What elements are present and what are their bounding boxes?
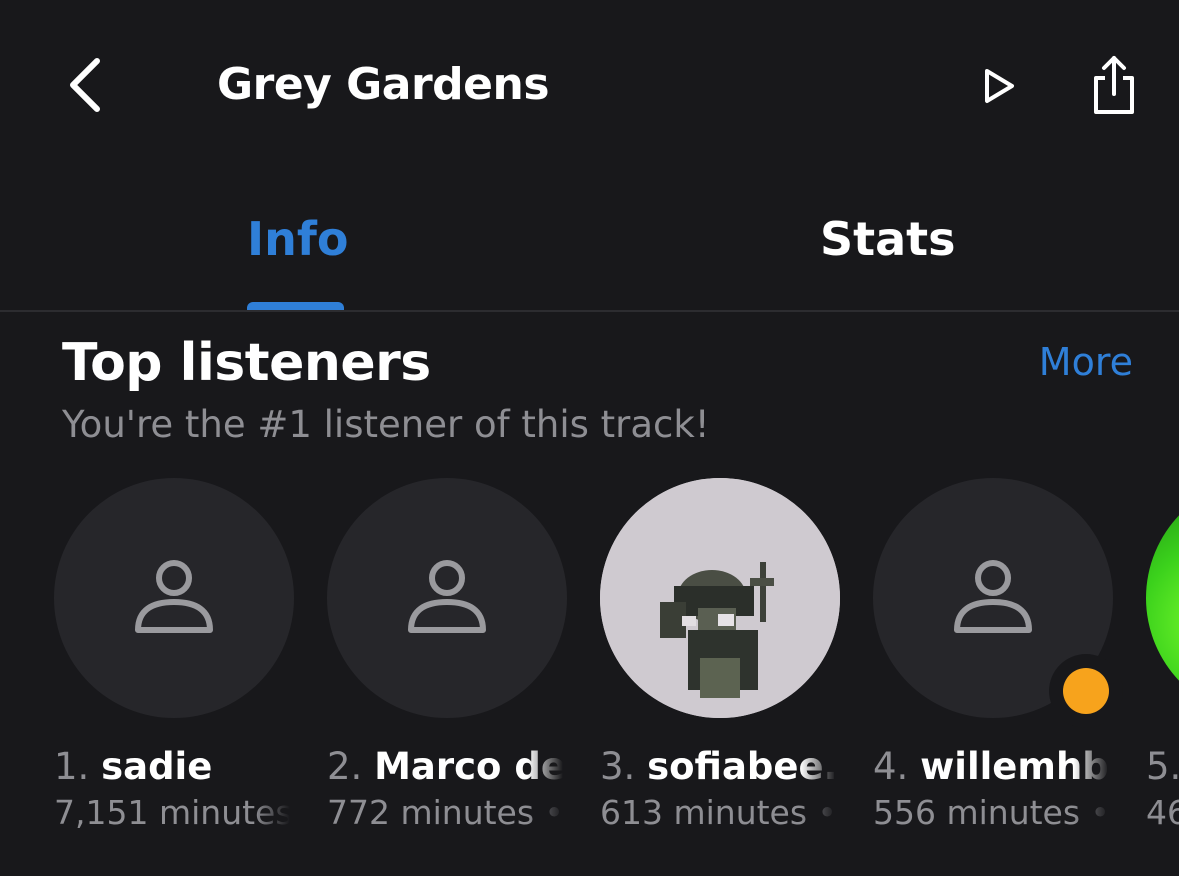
avatar xyxy=(327,478,567,718)
listener-rank: 5. xyxy=(1146,745,1179,788)
tab-info[interactable]: Info xyxy=(247,204,348,274)
listener-card[interactable]: 4. willemhbl 556 minutes • 2 xyxy=(873,478,1123,838)
listener-card[interactable]: 2. Marco de l 772 minutes • 2 xyxy=(327,478,571,838)
listener-name: Marco de l xyxy=(374,745,563,788)
share-button[interactable] xyxy=(1088,52,1140,118)
listener-rank: 4. xyxy=(873,745,909,788)
listener-name-line: 3. sofiabee.x xyxy=(600,740,836,794)
listener-rank: 2. xyxy=(327,745,363,788)
listener-minutes: 772 minutes • 2 xyxy=(327,793,563,832)
listener-minutes: 613 minutes • 1 xyxy=(600,793,836,832)
listener-minutes: 7,151 minutes • xyxy=(54,793,290,832)
listener-minutes: 46 xyxy=(1146,793,1179,832)
listener-name-line: 1. sadie xyxy=(54,740,290,794)
person-icon xyxy=(135,560,213,633)
section-title: Top listeners xyxy=(62,333,431,393)
listener-name: willemhbl xyxy=(920,745,1109,788)
listener-minutes: 556 minutes • 2 xyxy=(873,793,1109,832)
track-page: Grey Gardens Info Stats Top listeners Mo… xyxy=(0,0,1179,876)
tab-stats[interactable]: Stats xyxy=(820,204,956,274)
listener-card[interactable]: 1. sadie 7,151 minutes • xyxy=(54,478,298,838)
listener-name-line: 4. willemhbl xyxy=(873,740,1109,794)
chevron-left-icon xyxy=(70,58,100,112)
person-icon xyxy=(408,560,486,633)
online-status-badge xyxy=(1049,654,1123,728)
play-button[interactable] xyxy=(976,62,1022,110)
listener-name: sofiabee.x xyxy=(647,745,836,788)
more-link[interactable]: More xyxy=(1039,334,1133,390)
avatar-photo-partial[interactable] xyxy=(1146,478,1179,718)
share-icon xyxy=(1094,56,1134,114)
avatar-photo xyxy=(600,478,840,718)
tab-divider xyxy=(0,310,1179,312)
listener-card[interactable]: 3. sofiabee.x 613 minutes • 1 xyxy=(600,478,844,838)
section-subtitle: You're the #1 listener of this track! xyxy=(62,403,710,446)
play-icon xyxy=(985,69,1014,103)
online-dot-icon xyxy=(1063,668,1109,714)
profile-photo-image xyxy=(600,478,840,718)
listener-name: sadie xyxy=(101,745,213,788)
listener-rank: 3. xyxy=(600,745,636,788)
back-button[interactable] xyxy=(60,52,110,118)
page-title: Grey Gardens xyxy=(217,59,550,110)
avatar xyxy=(54,478,294,718)
person-icon xyxy=(954,560,1032,633)
listener-name-line: 2. Marco de l xyxy=(327,740,563,794)
listener-rank: 1. xyxy=(54,745,90,788)
